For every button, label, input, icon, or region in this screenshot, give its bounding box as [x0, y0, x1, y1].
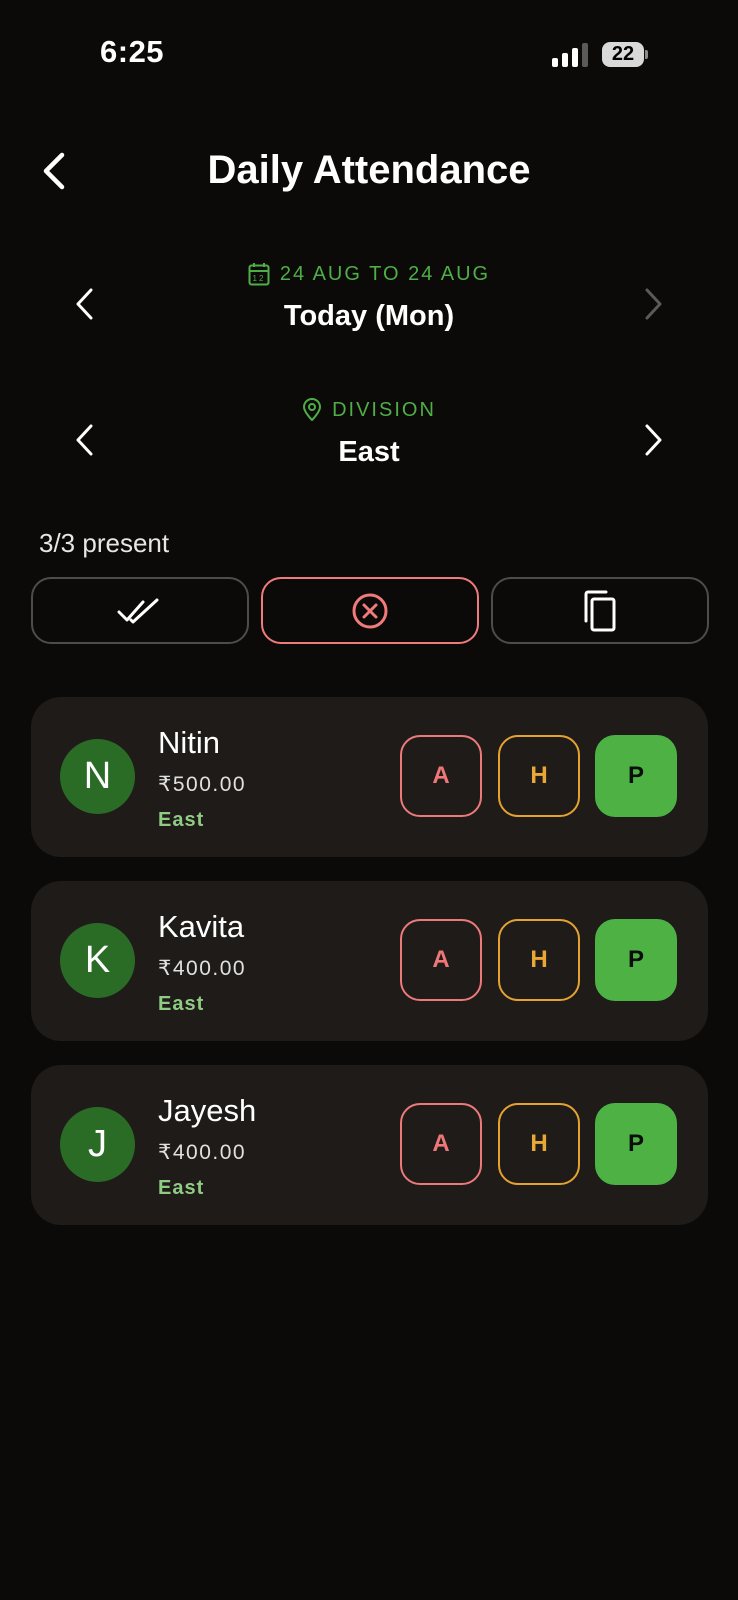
division-kicker: DIVISION: [332, 398, 436, 421]
next-date-icon[interactable]: [637, 284, 667, 324]
date-range: 24 AUG TO 24 AUG: [279, 262, 491, 285]
employee-division: East: [158, 1177, 205, 1199]
employee-card: J Jayesh ₹400.00 East A H P: [31, 1065, 708, 1225]
date-label: Today (Mon): [283, 300, 455, 332]
svg-text:12: 12: [252, 274, 265, 283]
copy-icon: [584, 590, 616, 631]
mark-absent-button[interactable]: A: [400, 1103, 482, 1185]
employee-wage: ₹400.00: [158, 1141, 247, 1164]
mark-absent-button[interactable]: A: [400, 735, 482, 817]
page-title: Daily Attendance: [207, 148, 531, 192]
mark-all-present-button[interactable]: [31, 577, 249, 644]
employee-card: K Kavita ₹400.00 East A H P: [31, 881, 708, 1041]
avatar: K: [60, 923, 135, 998]
employee-name: Nitin: [158, 725, 221, 760]
employee-card: N Nitin ₹500.00 East A H P: [31, 697, 708, 857]
signal-icon: [552, 43, 588, 67]
battery-icon: 22: [602, 42, 648, 67]
present-count: 3/3 present: [39, 528, 170, 558]
calendar-icon: 12: [248, 263, 270, 286]
mark-present-button[interactable]: P: [595, 735, 677, 817]
date-selector: 12 24 AUG TO 24 AUG Today (Mon): [0, 262, 738, 352]
location-pin-icon: [303, 398, 322, 421]
x-circle-icon: [352, 593, 388, 628]
copy-attendance-button[interactable]: [491, 577, 709, 644]
battery-level: 22: [602, 42, 644, 67]
double-check-icon: [117, 598, 159, 623]
mark-absent-button[interactable]: A: [400, 919, 482, 1001]
division-value: East: [338, 436, 400, 468]
mark-half-day-button[interactable]: H: [498, 735, 580, 817]
mark-half-day-button[interactable]: H: [498, 919, 580, 1001]
employee-division: East: [158, 809, 205, 831]
employee-name: Jayesh: [158, 1093, 257, 1128]
employee-wage: ₹400.00: [158, 957, 247, 980]
avatar: N: [60, 739, 135, 814]
next-division-icon[interactable]: [637, 420, 667, 460]
employee-division: East: [158, 993, 205, 1015]
employee-wage: ₹500.00: [158, 773, 247, 796]
mark-present-button[interactable]: P: [595, 1103, 677, 1185]
employee-name: Kavita: [158, 909, 245, 944]
mark-half-day-button[interactable]: H: [498, 1103, 580, 1185]
status-time: 6:25: [100, 34, 165, 69]
mark-present-button[interactable]: P: [595, 919, 677, 1001]
division-selector: DIVISION East: [0, 398, 738, 488]
avatar: J: [60, 1107, 135, 1182]
attendance-screen: 6:25 22 Daily Attendance 12 24 AUG TO 24…: [0, 0, 738, 1600]
clear-attendance-button[interactable]: [261, 577, 479, 644]
